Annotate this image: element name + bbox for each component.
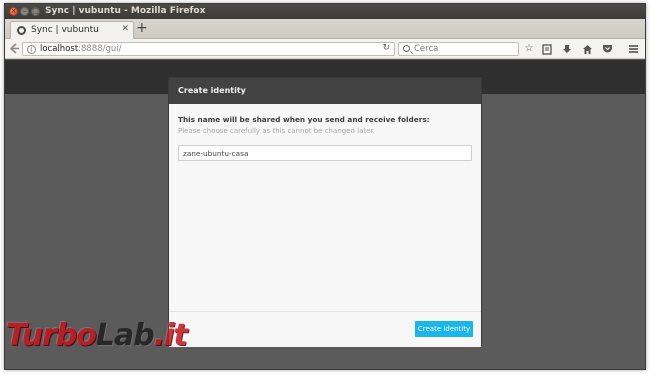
bookmark-star-icon[interactable]: ☆ <box>522 42 536 56</box>
dialog-title: Create identity <box>178 86 246 95</box>
reload-icon[interactable]: ↻ <box>382 43 390 53</box>
browser-window: × – □ Sync | vubuntu - Mozilla Firefox S… <box>4 3 646 370</box>
title-bar: × – □ Sync | vubuntu - Mozilla Firefox <box>5 4 645 19</box>
pocket-icon[interactable] <box>600 42 614 56</box>
url-bar[interactable]: i localhost:8888/gui/ ↻ <box>22 42 395 56</box>
tab-label: Sync | vubuntu <box>31 25 99 35</box>
create-identity-dialog: Create identity This name will be shared… <box>168 77 482 347</box>
info-icon[interactable]: i <box>27 45 36 54</box>
favicon-icon <box>17 26 26 35</box>
search-bar[interactable]: Cerca <box>398 42 519 56</box>
page-content: Create identity This name will be shared… <box>5 60 645 369</box>
dialog-footer: Create identity <box>169 311 481 347</box>
dialog-header: Create identity <box>169 78 481 104</box>
reading-list-icon[interactable] <box>540 42 554 56</box>
hamburger-menu-icon[interactable] <box>626 42 640 56</box>
identity-name-input[interactable] <box>178 145 472 161</box>
home-icon[interactable] <box>580 42 594 56</box>
navigation-bar: i localhost:8888/gui/ ↻ Cerca ☆ <box>5 39 645 59</box>
dialog-message: This name will be shared when you send a… <box>178 115 430 124</box>
tab-strip: Sync | vubuntu ✕ + <box>5 19 645 39</box>
dialog-body: This name will be shared when you send a… <box>169 104 481 311</box>
url-host: localhost <box>40 44 79 54</box>
new-tab-icon[interactable]: + <box>136 20 148 36</box>
close-icon[interactable]: × <box>9 7 18 16</box>
minimize-icon[interactable]: – <box>20 7 29 16</box>
maximize-icon[interactable]: □ <box>31 7 40 16</box>
search-icon <box>403 45 410 52</box>
search-placeholder: Cerca <box>414 44 439 54</box>
tab-sync[interactable]: Sync | vubuntu ✕ <box>10 21 134 39</box>
window-title: Sync | vubuntu - Mozilla Firefox <box>45 6 206 16</box>
tab-close-icon[interactable]: ✕ <box>121 24 129 34</box>
download-icon[interactable] <box>560 42 574 56</box>
url-path: :8888/gui/ <box>78 44 122 54</box>
dialog-hint: Please choose carefully as this cannot b… <box>178 127 375 135</box>
url-text[interactable]: localhost:8888/gui/ <box>40 44 122 54</box>
back-icon[interactable] <box>9 43 20 54</box>
create-identity-button[interactable]: Create identity <box>415 321 473 337</box>
